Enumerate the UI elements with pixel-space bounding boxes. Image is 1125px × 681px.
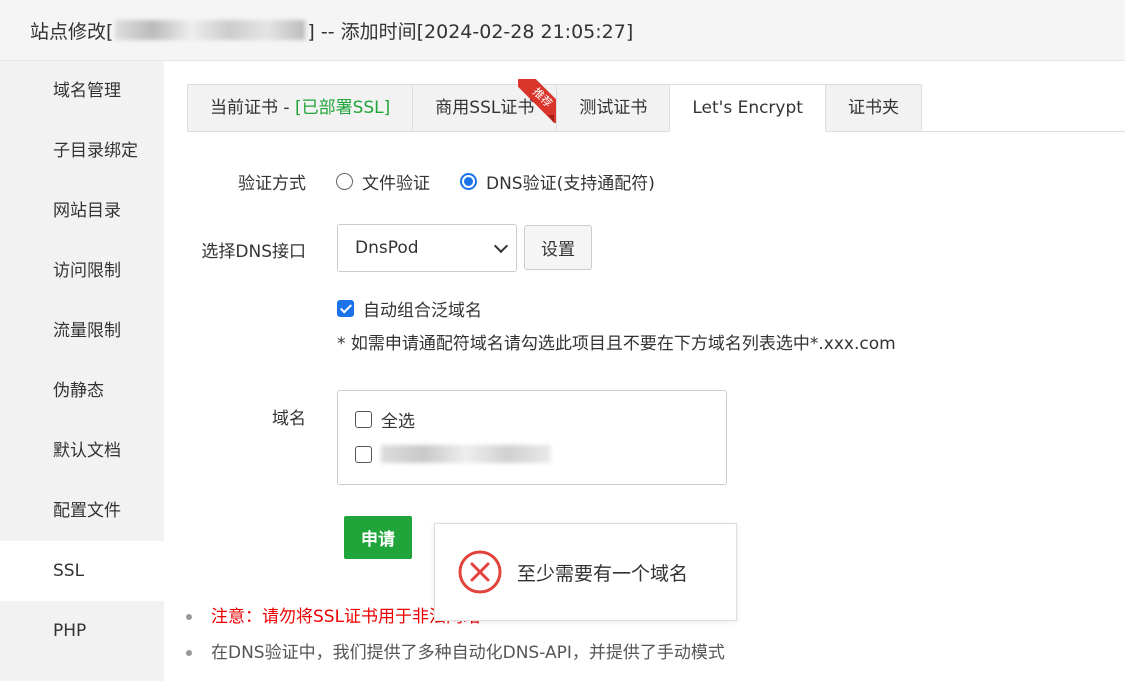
dns-provider-value: DnsPod	[355, 238, 419, 258]
dns-provider-select[interactable]: DnsPod	[337, 224, 517, 272]
sidebar-item-default-doc[interactable]: 默认文档	[0, 421, 164, 481]
tab-letsencrypt[interactable]: Let's Encrypt	[669, 84, 826, 132]
ssl-tabs: 当前证书 - [已部署SSL] 商用SSL证书 推荐 测试证书 Let's En…	[187, 79, 1125, 132]
title-suffix: ] -- 添加时间[2024-02-28 21:05:27]	[307, 20, 634, 43]
sidebar: 域名管理 子目录绑定 网站目录 访问限制 流量限制 伪静态 默认文档 配置文件 …	[0, 61, 164, 681]
sidebar-item-access-limit[interactable]: 访问限制	[0, 241, 164, 301]
title-prefix: 站点修改[	[30, 20, 114, 43]
wildcard-hint: * 如需申请通配符域名请勾选此项目且不要在下方域名列表选中*.xxx.com	[337, 334, 896, 354]
checkbox-icon[interactable]	[355, 445, 372, 463]
tab-cert-folder[interactable]: 证书夹	[824, 84, 922, 132]
domain-list: 全选 ...	[337, 390, 727, 485]
redacted-site-name	[115, 20, 306, 40]
chevron-down-icon	[493, 238, 509, 254]
toast-message: 至少需要有一个域名	[517, 562, 689, 585]
radio-dns-verify[interactable]: DNS验证(支持通配符)	[460, 169, 655, 194]
checkbox-icon[interactable]	[355, 411, 372, 428]
sidebar-item-rewrite[interactable]: 伪静态	[0, 361, 164, 421]
sidebar-item-config[interactable]: 配置文件	[0, 481, 164, 541]
radio-file-verify[interactable]: 文件验证	[336, 169, 430, 194]
sidebar-item-site-dir[interactable]: 网站目录	[0, 181, 164, 241]
radio-dns-label: DNS验证(支持通配符)	[486, 174, 655, 194]
tab-current-cert-label: 当前证书 -	[210, 98, 295, 118]
note-dns-api: 在DNS验证中，我们提供了多种自动化DNS-API，并提供了手动模式	[186, 635, 725, 671]
sidebar-item-subdir[interactable]: 子目录绑定	[0, 121, 164, 181]
tab-current-cert[interactable]: 当前证书 - [已部署SSL]	[187, 84, 414, 132]
verify-method-group: 文件验证 DNS验证(支持通配符)	[336, 169, 685, 194]
dns-interface-label: 选择DNS接口	[201, 242, 306, 262]
domain-label: 域名	[272, 409, 306, 429]
error-toast: 至少需要有一个域名	[434, 523, 737, 621]
auto-combine-label: 自动组合泛域名	[363, 301, 482, 321]
tab-commercial-ssl[interactable]: 商用SSL证书 推荐	[412, 79, 565, 132]
domain-item-row[interactable]: ...	[355, 445, 551, 463]
dns-settings-button[interactable]: 设置	[524, 225, 592, 270]
radio-file-label: 文件验证	[362, 174, 430, 194]
radio-selected-icon	[460, 173, 477, 190]
apply-button[interactable]: 申请	[344, 516, 412, 559]
sidebar-item-ssl[interactable]: SSL	[0, 541, 164, 601]
sidebar-item-php[interactable]: PHP	[0, 601, 164, 661]
checkbox-checked-icon[interactable]	[337, 300, 354, 317]
error-x-icon	[458, 550, 502, 594]
sidebar-item-domain[interactable]: 域名管理	[0, 61, 164, 121]
ssl-panel: 当前证书 - [已部署SSL] 商用SSL证书 推荐 测试证书 Let's En…	[164, 61, 1125, 681]
select-all-row[interactable]: 全选	[355, 407, 415, 432]
tab-test-cert[interactable]: 测试证书	[556, 84, 671, 132]
window-titlebar: 站点修改[ ] -- 添加时间[2024-02-28 21:05:27]	[0, 0, 1125, 61]
verify-method-label: 验证方式	[238, 174, 306, 194]
auto-combine-row[interactable]: 自动组合泛域名	[337, 296, 482, 321]
select-all-label: 全选	[381, 412, 415, 432]
sidebar-item-traffic-limit[interactable]: 流量限制	[0, 301, 164, 361]
radio-circle-icon	[336, 173, 353, 190]
redacted-domain	[381, 445, 551, 463]
ssl-deployed-status: [已部署SSL]	[294, 98, 391, 118]
